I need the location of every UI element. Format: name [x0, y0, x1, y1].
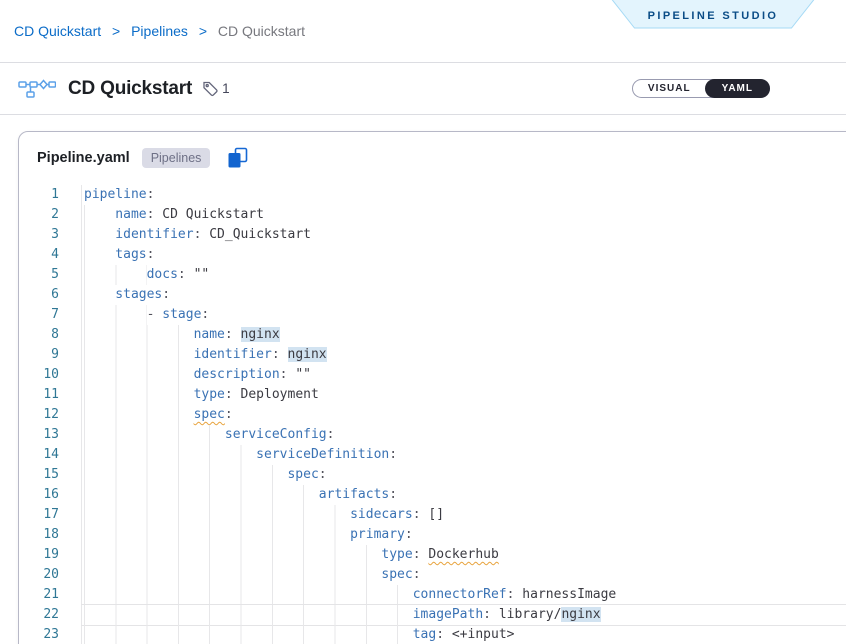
pipeline-studio-page: { "breadcrumb": { "separator": ">", "ite…	[0, 0, 846, 644]
editor-header: Pipeline.yaml Pipelines	[19, 132, 846, 169]
line-number: 11	[19, 385, 81, 405]
line-content: docs: ""	[81, 265, 846, 285]
breadcrumb-project-link[interactable]: CD Quickstart	[14, 23, 101, 39]
code-line-21[interactable]: 21connectorRef: harnessImage	[19, 585, 846, 605]
line-number: 8	[19, 325, 81, 345]
line-number: 7	[19, 305, 81, 325]
code-line-16[interactable]: 16artifacts:	[19, 485, 846, 505]
line-content: imagePath: library/nginx	[81, 605, 846, 625]
line-number: 10	[19, 365, 81, 385]
line-number: 16	[19, 485, 81, 505]
line-content: serviceDefinition:	[81, 445, 846, 465]
line-content: tag: <+input>	[81, 625, 846, 644]
line-number: 15	[19, 465, 81, 485]
line-number: 13	[19, 425, 81, 445]
line-content: spec:	[81, 465, 846, 485]
line-number: 1	[19, 185, 81, 205]
breadcrumb-current: CD Quickstart	[218, 23, 305, 39]
line-content: primary:	[81, 525, 846, 545]
breadcrumb-pipelines-link[interactable]: Pipelines	[131, 23, 188, 39]
line-number: 19	[19, 545, 81, 565]
breadcrumb-separator: >	[112, 23, 120, 39]
code-line-1[interactable]: 1pipeline:	[19, 185, 846, 205]
line-number: 21	[19, 585, 81, 605]
line-content: tags:	[81, 245, 846, 265]
line-number: 22	[19, 605, 81, 625]
line-number: 4	[19, 245, 81, 265]
line-content: spec:	[81, 405, 846, 425]
code-line-4[interactable]: 4tags:	[19, 245, 846, 265]
code-line-13[interactable]: 13serviceConfig:	[19, 425, 846, 445]
pipeline-icon	[18, 78, 56, 99]
code-line-6[interactable]: 6stages:	[19, 285, 846, 305]
file-name: Pipeline.yaml	[37, 150, 130, 166]
page-title: CD Quickstart	[68, 78, 192, 100]
line-content: pipeline:	[81, 185, 846, 205]
code-line-23[interactable]: 23tag: <+input>	[19, 625, 846, 644]
copy-icon[interactable]	[227, 147, 249, 169]
line-content: sidecars: []	[81, 505, 846, 525]
code-line-9[interactable]: 9identifier: nginx	[19, 345, 846, 365]
code-line-12[interactable]: 12spec:	[19, 405, 846, 425]
line-number: 23	[19, 625, 81, 644]
line-content: identifier: CD_Quickstart	[81, 225, 846, 245]
line-number: 17	[19, 505, 81, 525]
line-number: 14	[19, 445, 81, 465]
pipelines-badge: Pipelines	[142, 148, 211, 168]
code-line-14[interactable]: 14serviceDefinition:	[19, 445, 846, 465]
tag-count: 1	[222, 81, 230, 96]
pipeline-studio-banner: PIPELINE STUDIO	[602, 0, 824, 29]
line-content: type: Deployment	[81, 385, 846, 405]
breadcrumb-separator: >	[199, 23, 207, 39]
line-number: 2	[19, 205, 81, 225]
line-number: 9	[19, 345, 81, 365]
toggle-yaml[interactable]: YAML	[705, 79, 770, 98]
line-content: serviceConfig:	[81, 425, 846, 445]
line-number: 18	[19, 525, 81, 545]
visual-yaml-toggle: VISUAL YAML	[632, 79, 770, 98]
code-line-20[interactable]: 20spec:	[19, 565, 846, 585]
code-line-2[interactable]: 2name: CD Quickstart	[19, 205, 846, 225]
tag-icon	[202, 80, 219, 97]
line-number: 20	[19, 565, 81, 585]
line-number: 3	[19, 225, 81, 245]
code-line-18[interactable]: 18primary:	[19, 525, 846, 545]
line-number: 12	[19, 405, 81, 425]
code-line-17[interactable]: 17sidecars: []	[19, 505, 846, 525]
code-line-11[interactable]: 11type: Deployment	[19, 385, 846, 405]
yaml-editor-card: Pipeline.yaml Pipelines 1pipeline:2name:…	[18, 131, 846, 644]
line-content: name: CD Quickstart	[81, 205, 846, 225]
title-bar: CD Quickstart 1 VISUAL YAML	[0, 63, 846, 115]
toggle-visual[interactable]: VISUAL	[633, 83, 706, 94]
code-line-15[interactable]: 15spec:	[19, 465, 846, 485]
code-line-10[interactable]: 10description: ""	[19, 365, 846, 385]
code-line-8[interactable]: 8name: nginx	[19, 325, 846, 345]
line-content: spec:	[81, 565, 846, 585]
line-content: description: ""	[81, 365, 846, 385]
code-line-5[interactable]: 5docs: ""	[19, 265, 846, 285]
line-content: type: Dockerhub	[81, 545, 846, 565]
line-content: connectorRef: harnessImage	[81, 585, 846, 605]
yaml-code-editor[interactable]: 1pipeline:2name: CD Quickstart3identifie…	[19, 185, 846, 644]
pipeline-studio-label: PIPELINE STUDIO	[648, 10, 779, 22]
line-number: 5	[19, 265, 81, 285]
line-content: identifier: nginx	[81, 345, 846, 365]
line-number: 6	[19, 285, 81, 305]
code-line-19[interactable]: 19type: Dockerhub	[19, 545, 846, 565]
line-content: artifacts:	[81, 485, 846, 505]
line-content: - stage:	[81, 305, 846, 325]
code-line-7[interactable]: 7- stage:	[19, 305, 846, 325]
code-line-3[interactable]: 3identifier: CD_Quickstart	[19, 225, 846, 245]
line-content: name: nginx	[81, 325, 846, 345]
line-content: stages:	[81, 285, 846, 305]
code-line-22[interactable]: 22imagePath: library/nginx	[19, 605, 846, 625]
